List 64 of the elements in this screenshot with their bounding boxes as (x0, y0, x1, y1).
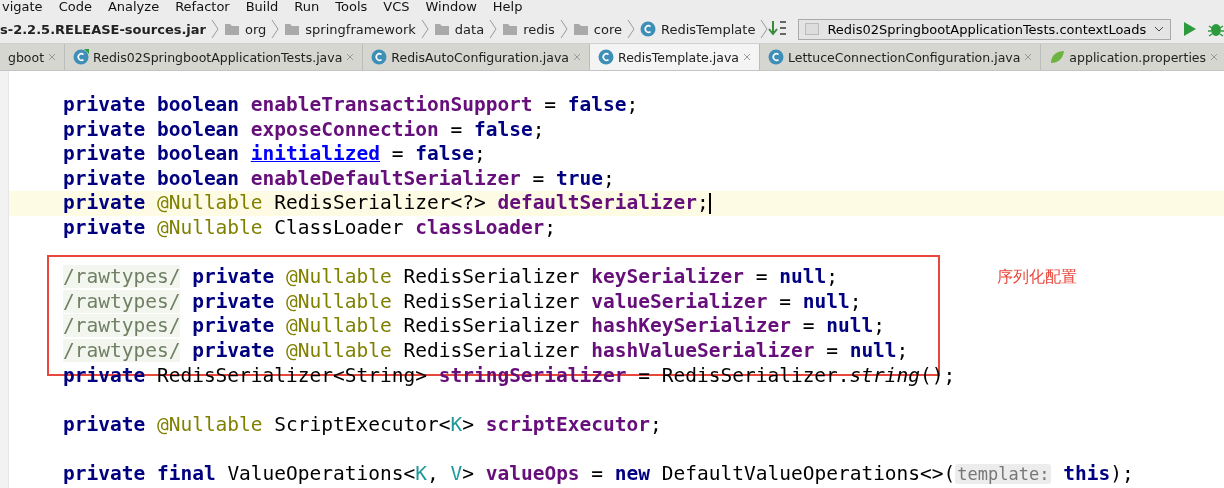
code-line: private boolean enableTransactionSupport = false; (63, 93, 639, 118)
breadcrumb-item[interactable]: core (593, 21, 622, 37)
code-line: private boolean exposeConnection = false; (63, 117, 545, 143)
chevron-icon (760, 19, 769, 39)
text-cursor (708, 193, 711, 215)
breadcrumb-item[interactable]: redis (523, 21, 555, 37)
class-icon (767, 49, 784, 65)
run-icon[interactable] (1181, 21, 1198, 37)
chevron-icon (627, 19, 635, 39)
menu-item[interactable]: Tools (335, 0, 368, 14)
code-line: private @Nullable ScriptExecutor<K> scriptExecutor; (63, 412, 662, 438)
breadcrumb-item[interactable]: RedisTemplate (661, 21, 756, 37)
test-class-icon (73, 49, 90, 65)
class-icon (640, 21, 656, 37)
editor-tab[interactable]: application.properties (1041, 44, 1224, 70)
code-line: private @Nullable ClassLoader classLoader; (63, 215, 557, 241)
folder-icon (433, 22, 450, 36)
menu-item[interactable]: vigate (2, 0, 43, 14)
breadcrumb-item[interactable]: springframework (305, 21, 416, 37)
chevron-icon (271, 19, 280, 39)
breadcrumb-item[interactable]: data (454, 21, 485, 37)
menu-item[interactable]: Code (58, 0, 92, 14)
chevron-icon (211, 19, 219, 39)
breadcrumb-item[interactable]: org (245, 21, 267, 37)
editor-tab[interactable]: LettuceConnectionConfiguration.java (759, 44, 1042, 70)
close-icon[interactable] (1024, 53, 1033, 61)
menu-item[interactable]: Analyze (107, 0, 160, 14)
leaf-icon (1049, 49, 1066, 65)
caret-icon (1154, 26, 1165, 32)
code-line: /rawtypes/ private @Nullable RedisSerializer keySerializer = null; (63, 265, 838, 290)
chevron-icon (489, 19, 498, 39)
folder-icon (572, 22, 589, 36)
chevron-icon (559, 19, 568, 39)
close-icon[interactable] (346, 53, 355, 61)
folder-icon (224, 22, 240, 36)
code-line: private boolean enableDefaultSerializer = true; (63, 166, 615, 192)
run-configuration-dropdown[interactable]: Redis02SpringbootApplicationTests.contextLoads (798, 18, 1172, 40)
menu-item[interactable]: Build (245, 0, 279, 14)
breadcrumb-item[interactable]: s-2.2.5.RELEASE-sources.jar (0, 21, 206, 37)
annotation-note: 序列化配置 (997, 267, 1077, 289)
config-icon (805, 23, 820, 35)
menu-item[interactable]: Help (492, 0, 523, 14)
close-icon[interactable] (1210, 53, 1219, 61)
editor-tab[interactable]: gboot (0, 44, 66, 70)
editor-tab[interactable]: RedisTemplate.java (590, 44, 760, 70)
chevron-icon (420, 19, 429, 39)
code-line: /rawtypes/ private @Nullable RedisSerializer valueSerializer = null; (63, 289, 862, 315)
folder-icon (284, 22, 301, 36)
code-line: private boolean initialized = false; (63, 142, 486, 167)
close-icon[interactable] (573, 53, 582, 61)
editor-tab[interactable]: Redis02SpringbootApplicationTests.java (65, 44, 364, 70)
class-icon (598, 49, 615, 65)
folder-icon (502, 22, 519, 36)
class-icon (371, 49, 388, 65)
close-icon[interactable] (48, 53, 57, 61)
code-line: /rawtypes/ private @Nullable RedisSerializer hashValueSerializer = null; (63, 338, 909, 364)
menu-item[interactable]: Refactor (175, 0, 230, 14)
close-icon[interactable] (742, 53, 751, 61)
code-line: private @Nullable RedisSerializer<?> defaultSerializer; (63, 191, 709, 216)
menu-item[interactable]: VCS (383, 0, 410, 14)
code-line: private final ValueOperations<K, V> valueOps = new DefaultValueOperations<>(template: this); (63, 461, 1134, 487)
menu-item[interactable]: Run (294, 0, 320, 14)
code-line: /rawtypes/ private @Nullable RedisSerializer hashKeySerializer = null; (63, 314, 885, 339)
menu-item[interactable]: Window (425, 0, 477, 14)
